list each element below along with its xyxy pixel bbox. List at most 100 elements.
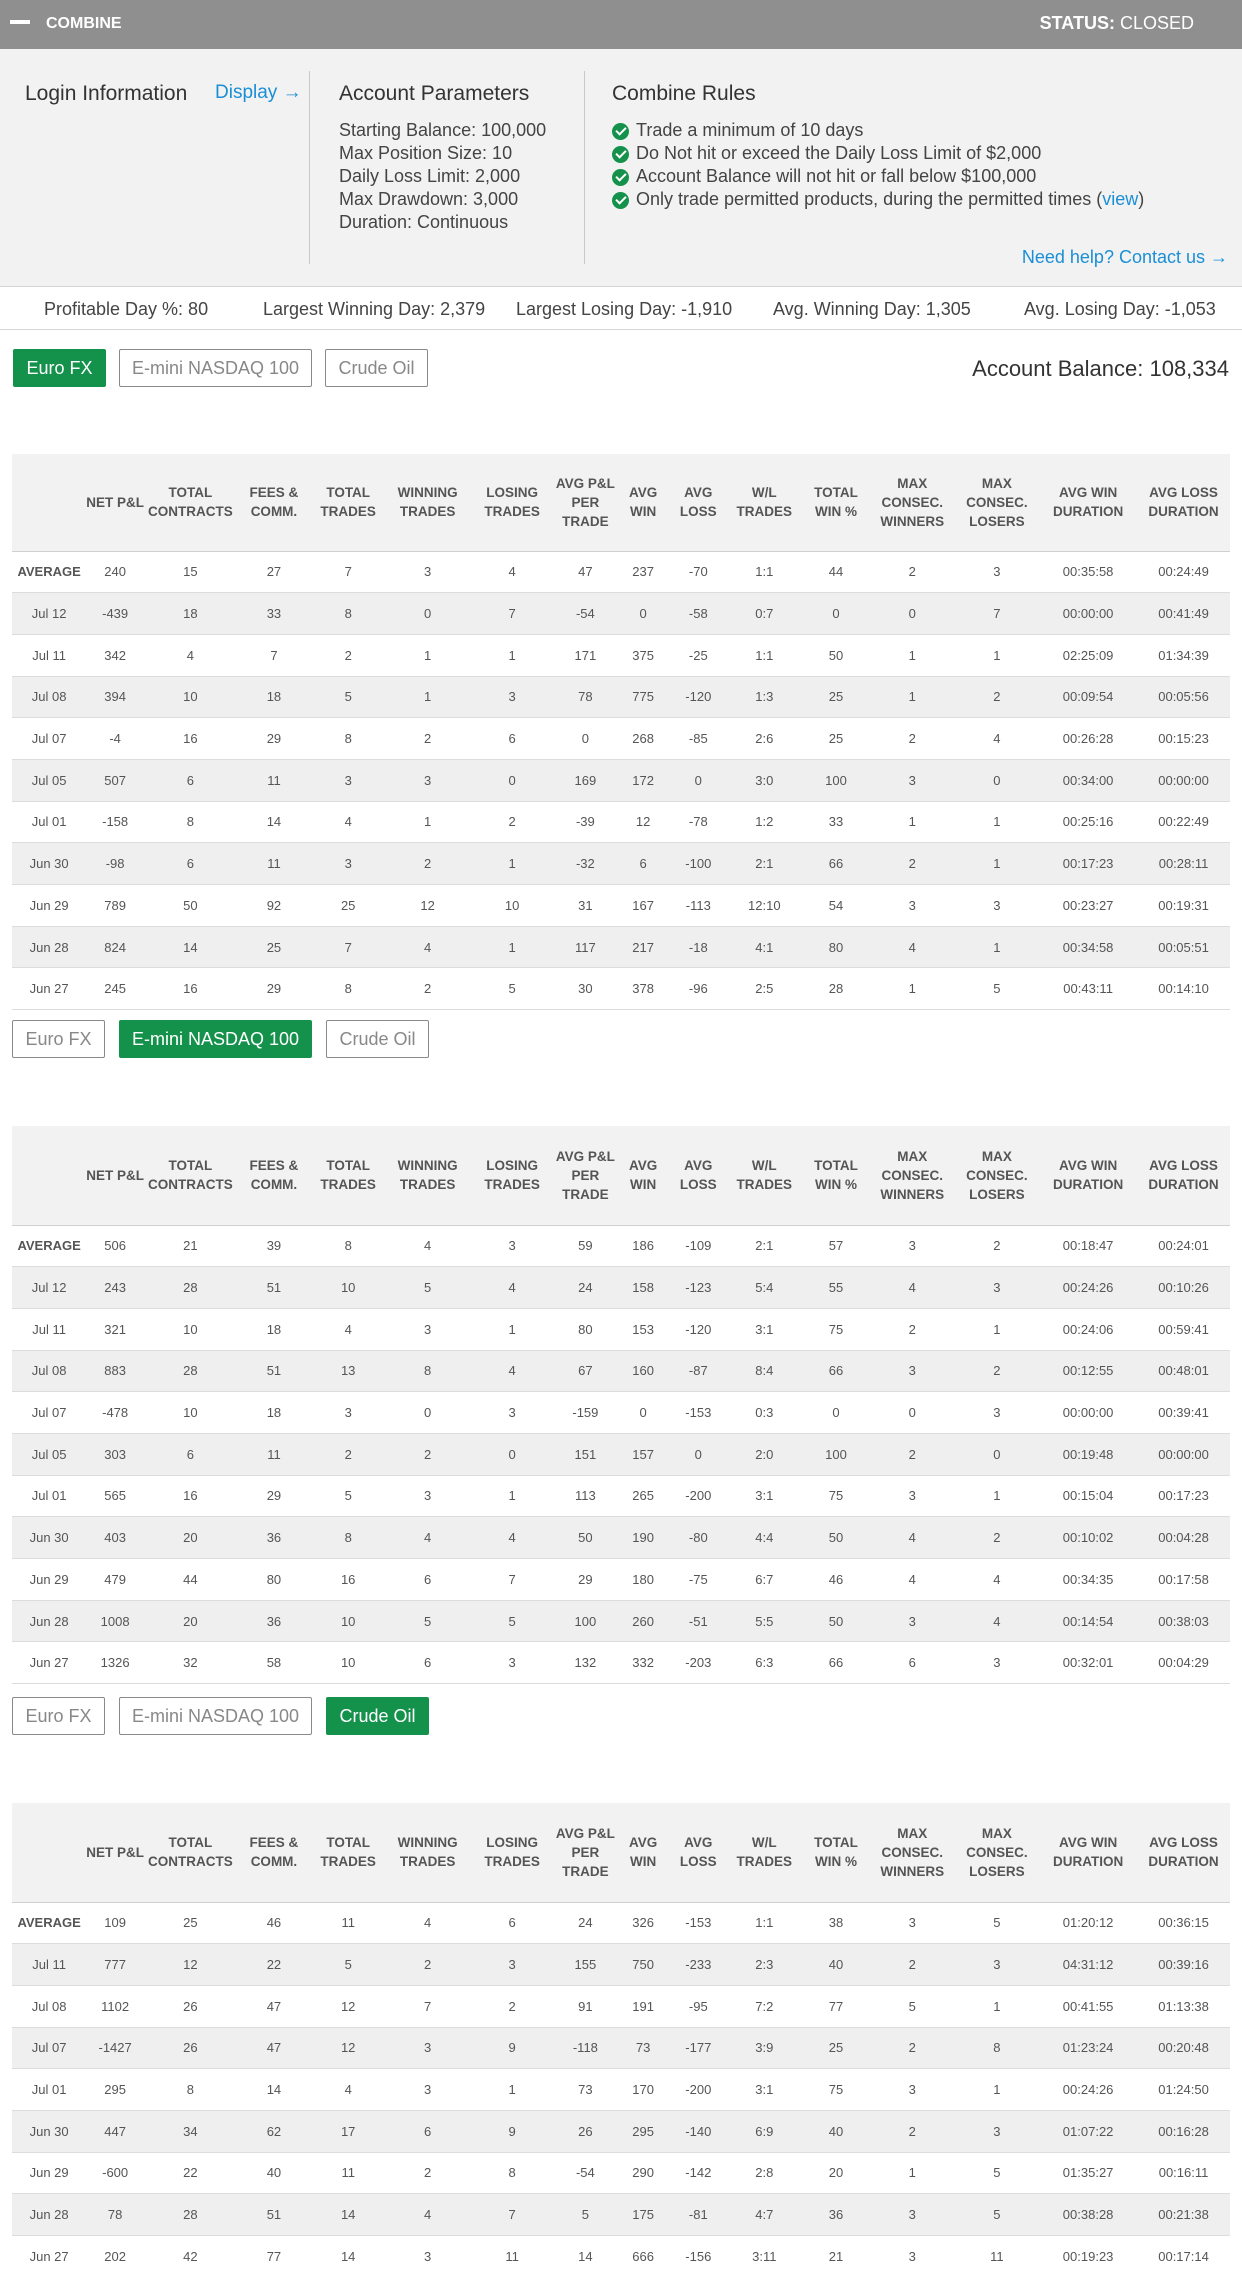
table-cell: 4 xyxy=(385,2193,470,2236)
table-cell: -80 xyxy=(669,1516,727,1559)
table-cell: 3:9 xyxy=(726,2027,802,2070)
table-cell: 47 xyxy=(236,2027,312,2070)
table-cell: 00:00:00 xyxy=(1039,1391,1138,1434)
product-tab-euro-fx[interactable]: Euro FX xyxy=(13,349,106,387)
product-tab-crude-oil[interactable]: Crude Oil xyxy=(325,349,428,387)
table-cell: 190 xyxy=(616,1516,670,1559)
table-cell: 479 xyxy=(86,1558,144,1601)
table-cell: 2 xyxy=(385,842,470,885)
table-cell: -96 xyxy=(669,967,727,1011)
table-cell: 2 xyxy=(385,2152,470,2195)
table-cell: 0:3 xyxy=(726,1391,802,1434)
product-tab-euro-fx[interactable]: Euro FX xyxy=(12,1697,105,1735)
table-cell: 378 xyxy=(616,967,670,1011)
row-date: Jun 29 xyxy=(12,884,87,927)
table-cell: 3:0 xyxy=(726,759,802,802)
table-row: Jul 05 303 6 11 2 2 0 151 157 0 2:0 100 2 0 00:19:48 00… xyxy=(12,1433,1230,1476)
table-cell: 73 xyxy=(554,2068,617,2111)
table-cell: 6 xyxy=(385,1558,470,1601)
table-cell: 13 xyxy=(311,1350,386,1393)
table-cell: 00:41:49 xyxy=(1137,592,1230,635)
collapse-icon[interactable] xyxy=(10,20,30,24)
table-cell: 16 xyxy=(144,717,237,760)
table-row: Jun 28 78 28 51 14 4 7 5 175 -81 4:7 36 3 5 00:38:28 00… xyxy=(12,2193,1230,2236)
product-tab-crude-oil[interactable]: Crude Oil xyxy=(326,1697,429,1735)
table-cell: 5 xyxy=(311,676,386,719)
table-cell: 10 xyxy=(311,1641,386,1685)
table-cell: 00:36:15 xyxy=(1137,1902,1230,1945)
table-cell: 5:5 xyxy=(726,1600,802,1643)
table-cell: 8:4 xyxy=(726,1350,802,1393)
table-cell: 6 xyxy=(616,842,670,885)
table-cell: 180 xyxy=(616,1558,670,1601)
table-cell: 92 xyxy=(236,884,312,927)
table-cell: 6 xyxy=(144,1433,237,1476)
table-cell: 2 xyxy=(954,1350,1040,1393)
table-cell: 113 xyxy=(554,1475,617,1518)
table-cell: 2 xyxy=(870,2027,955,2070)
table-cell: 0 xyxy=(616,592,670,635)
table-cell: 00:43:11 xyxy=(1039,967,1138,1011)
row-date: Jul 07 xyxy=(12,717,87,760)
table-cell: -25 xyxy=(669,634,727,677)
table-cell: 3 xyxy=(385,551,470,594)
login-info-title: Login Information xyxy=(25,82,188,105)
column-header: AVG P&L PER TRADE xyxy=(554,1126,617,1226)
table-cell: 3 xyxy=(385,2235,470,2275)
table-cell: 5 xyxy=(954,1902,1040,1945)
column-header: LOSING TRADES xyxy=(469,1126,555,1226)
table-cell: 1 xyxy=(469,926,555,969)
product-tab-nasdaq[interactable]: E-mini NASDAQ 100 xyxy=(119,1020,312,1058)
table-cell: 1 xyxy=(954,634,1040,677)
column-header: W/L TRADES xyxy=(726,454,802,552)
table-cell: -39 xyxy=(554,801,617,844)
table-row: Jun 28 1008 20 36 10 5 5 100 260 -51 5:5 50 3 4 00:14:… xyxy=(12,1600,1230,1643)
table-cell: 00:00:00 xyxy=(1137,1433,1230,1476)
table-cell: 326 xyxy=(616,1902,670,1945)
product-tab-nasdaq[interactable]: E-mini NASDAQ 100 xyxy=(119,349,312,387)
table-cell: 3 xyxy=(469,676,555,719)
view-permitted-link[interactable]: view xyxy=(1102,189,1138,209)
table-cell: 00:14:54 xyxy=(1039,1600,1138,1643)
column-header: AVG WIN DURATION xyxy=(1039,1803,1138,1903)
table-cell: 00:12:55 xyxy=(1039,1350,1138,1393)
column-header xyxy=(12,454,87,552)
row-date: Jun 30 xyxy=(12,2110,87,2153)
table-cell: 4 xyxy=(144,634,237,677)
table-cell: 12 xyxy=(311,1985,386,2028)
column-header: WINNING TRADES xyxy=(385,454,470,552)
table-cell: 375 xyxy=(616,634,670,677)
table-cell: 02:25:09 xyxy=(1039,634,1138,677)
stats-table-nasdaq: NET P&L TOTAL CONTRACTS FEES & COMM. TOTAL … xyxy=(12,1126,1230,1685)
table-cell: 00:22:49 xyxy=(1137,801,1230,844)
table-cell: 2 xyxy=(385,967,470,1011)
table-cell: 342 xyxy=(86,634,144,677)
column-header: MAX CONSEC. LOSERS xyxy=(954,454,1040,552)
table-cell: 4 xyxy=(870,1516,955,1559)
row-date: Jul 07 xyxy=(12,2027,87,2070)
table-cell: 18 xyxy=(236,676,312,719)
table-row: Jul 01 565 16 29 5 3 1 113 265 -200 3:1 75 3 1 00:15:0… xyxy=(12,1475,1230,1518)
table-cell: 29 xyxy=(236,967,312,1011)
account-params-list: Starting Balance: 100,000 Max Position S… xyxy=(339,119,546,234)
table-cell: 565 xyxy=(86,1475,144,1518)
table-cell: 2 xyxy=(870,717,955,760)
product-tab-euro-fx[interactable]: Euro FX xyxy=(12,1020,105,1058)
display-login-link[interactable]: Display → xyxy=(215,82,302,104)
table-cell: 00:41:55 xyxy=(1039,1985,1138,2028)
column-header: TOTAL CONTRACTS xyxy=(144,1126,237,1226)
row-date: AVERAGE xyxy=(12,1225,87,1268)
table-cell: 30 xyxy=(554,967,617,1011)
contact-help-link[interactable]: Need help? Contact us → xyxy=(1022,247,1228,268)
product-tab-nasdaq[interactable]: E-mini NASDAQ 100 xyxy=(119,1697,312,1735)
table-cell: 155 xyxy=(554,1943,617,1986)
table-cell: -478 xyxy=(86,1391,144,1434)
product-tab-crude-oil[interactable]: Crude Oil xyxy=(326,1020,429,1058)
table-cell: 10 xyxy=(144,1308,237,1351)
table-cell: 00:05:56 xyxy=(1137,676,1230,719)
table-cell: 3 xyxy=(385,1308,470,1351)
table-cell: 04:31:12 xyxy=(1039,1943,1138,1986)
table-cell: 3 xyxy=(469,1641,555,1685)
table-cell: 1 xyxy=(870,2152,955,2195)
table-cell: 28 xyxy=(144,1350,237,1393)
